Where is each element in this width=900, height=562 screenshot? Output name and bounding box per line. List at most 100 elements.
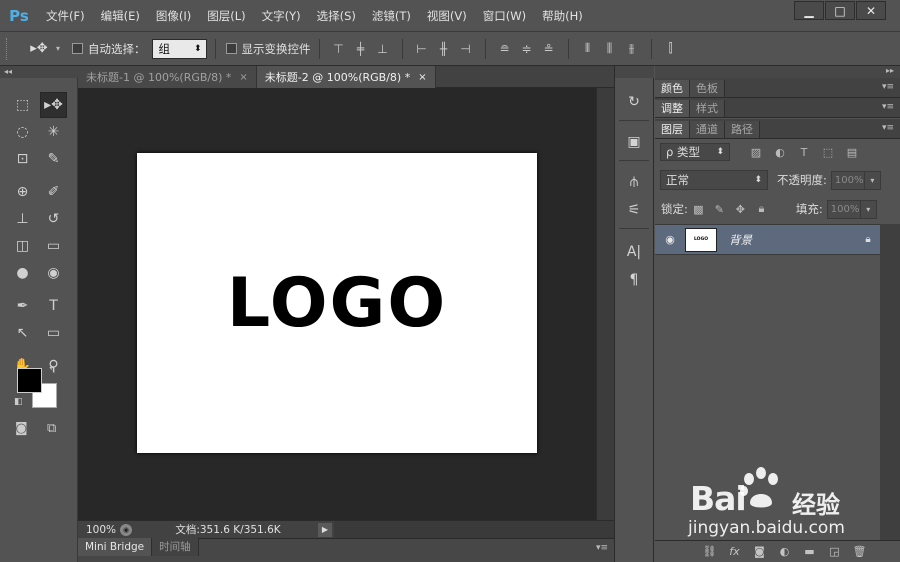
lock-all-icon[interactable]: 🔒︎	[751, 202, 772, 216]
tab-layers[interactable]: 图层	[655, 121, 690, 138]
options-grip[interactable]	[6, 37, 10, 60]
path-selection-tool-icon[interactable]: ↖	[9, 320, 36, 346]
lock-position-icon[interactable]: ✥	[730, 203, 751, 216]
lock-transparent-icon[interactable]: ▩	[688, 203, 709, 216]
tab-mini-bridge[interactable]: Mini Bridge	[78, 538, 153, 556]
align-hcenter-icon[interactable]: ╫	[433, 39, 455, 59]
status-menu-arrow-icon[interactable]: ▶	[318, 522, 332, 537]
menu-help[interactable]: 帮助(H)	[534, 0, 591, 32]
tab-timeline[interactable]: 时间轴	[152, 538, 199, 556]
layer-name[interactable]: 背景	[729, 232, 856, 248]
blend-mode-dropdown[interactable]: 正常 ⬍	[660, 170, 768, 190]
delete-layer-icon[interactable]: 🗑︎	[847, 545, 872, 558]
tab-document-1[interactable]: 未标题-1 @ 100%(RGB/8) * ×	[78, 66, 257, 88]
tab-document-2[interactable]: 未标题-2 @ 100%(RGB/8) * ×	[256, 66, 436, 88]
new-layer-icon[interactable]: ◲	[822, 545, 847, 558]
actions-panel-icon[interactable]: ▣	[621, 130, 647, 154]
auto-select-dropdown[interactable]: 组 ⬍	[151, 38, 207, 59]
panel-menu-icon[interactable]: ▾≡	[596, 543, 608, 553]
default-colors-icon[interactable]: ◧	[14, 397, 23, 407]
lock-image-icon[interactable]: ✎	[709, 203, 730, 216]
link-layers-icon[interactable]: ⛓	[697, 545, 722, 558]
close-button[interactable]: ✕	[856, 1, 886, 20]
show-transform-checkbox[interactable]	[225, 43, 237, 54]
distribute-right-icon[interactable]: ⫵	[621, 39, 643, 59]
align-vcenter-icon[interactable]: ╪	[350, 39, 372, 59]
minimize-button[interactable]: ▁	[794, 1, 824, 20]
layer-style-icon[interactable]: fx	[722, 545, 747, 558]
quick-mask-icon[interactable]: ◙	[15, 421, 28, 436]
dodge-tool-icon[interactable]: ◉	[40, 260, 67, 286]
add-mask-icon[interactable]: ◙	[747, 545, 772, 558]
vertical-scrollbar[interactable]	[596, 88, 614, 520]
eraser-tool-icon[interactable]: ◫	[9, 233, 36, 259]
tab-styles[interactable]: 样式	[690, 100, 725, 117]
tab-channels[interactable]: 通道	[690, 121, 725, 138]
opacity-input[interactable]: 100%	[830, 170, 865, 190]
panel-menu-icon[interactable]: ▾≡	[882, 123, 894, 133]
right-panel-header[interactable]: ▸▸	[655, 66, 900, 78]
distribute-top-icon[interactable]: ≘	[494, 39, 516, 59]
eyedropper-tool-icon[interactable]: ✎	[40, 146, 67, 172]
align-right-icon[interactable]: ⊣	[455, 39, 477, 59]
menu-window[interactable]: 窗口(W)	[475, 0, 534, 32]
distribute-left-icon[interactable]: ⫴	[577, 39, 599, 59]
zoom-level[interactable]: 100%	[78, 524, 120, 536]
align-top-icon[interactable]: ⊤	[328, 39, 350, 59]
document-canvas[interactable]: LOGO	[137, 153, 537, 453]
menu-view[interactable]: 视图(V)	[419, 0, 475, 32]
menu-edit[interactable]: 编辑(E)	[93, 0, 148, 32]
fill-input[interactable]: 100%	[826, 199, 861, 219]
opacity-dropdown-icon[interactable]: ▾	[864, 170, 881, 190]
menu-layer[interactable]: 图层(L)	[199, 0, 253, 32]
panel-menu-icon[interactable]: ▾≡	[882, 102, 894, 112]
magic-wand-tool-icon[interactable]: ✳	[40, 119, 67, 145]
auto-align-icon[interactable]: ⫿	[660, 39, 682, 59]
tab-adjustments[interactable]: 调整	[655, 100, 690, 117]
distribute-hcenter-icon[interactable]: ⫼	[599, 39, 621, 59]
dock-header[interactable]	[614, 66, 654, 78]
lasso-tool-icon[interactable]: ◌	[9, 119, 36, 145]
canvas-workspace[interactable]: LOGO	[78, 88, 596, 520]
chevron-down-icon[interactable]: ▾	[56, 44, 60, 53]
status-info-icon[interactable]: ◉	[120, 523, 132, 536]
foreground-color-swatch[interactable]	[17, 368, 42, 393]
history-panel-icon[interactable]: ↻	[621, 90, 647, 114]
type-tool-icon[interactable]: T	[40, 293, 67, 319]
tab-swatches[interactable]: 色板	[690, 80, 725, 97]
marquee-tool-icon[interactable]: ⬚	[9, 92, 36, 118]
menu-image[interactable]: 图像(I)	[148, 0, 199, 32]
screen-mode-icon[interactable]: ⧉	[47, 421, 56, 436]
align-left-icon[interactable]: ⊢	[411, 39, 433, 59]
visibility-eye-icon[interactable]: ◉	[655, 233, 685, 246]
new-group-icon[interactable]: ▬	[797, 545, 822, 558]
toolbox-header[interactable]: ◂◂	[0, 66, 78, 78]
distribute-bottom-icon[interactable]: ≗	[538, 39, 560, 59]
maximize-button[interactable]: □	[825, 1, 855, 20]
filter-type-icon[interactable]: T	[792, 146, 816, 159]
history-brush-tool-icon[interactable]: ↺	[40, 206, 67, 232]
rectangle-tool-icon[interactable]: ▭	[40, 320, 67, 346]
collapse-panels-icon[interactable]: ▸▸	[886, 66, 894, 75]
pen-tool-icon[interactable]: ✒	[9, 293, 36, 319]
menu-select[interactable]: 选择(S)	[309, 0, 364, 32]
panel-menu-icon[interactable]: ▾≡	[882, 82, 894, 92]
paragraph-panel-icon[interactable]: ¶	[621, 268, 647, 292]
layers-scrollbar[interactable]	[880, 224, 900, 540]
horizontal-scrollbar[interactable]	[334, 520, 614, 539]
healing-brush-tool-icon[interactable]: ⊕	[9, 179, 36, 205]
filter-smart-object-icon[interactable]: ▤	[840, 146, 864, 159]
filter-pixel-icon[interactable]: ▨	[744, 146, 768, 159]
brush-presets-icon[interactable]: ⚟	[621, 198, 647, 222]
auto-select-checkbox[interactable]	[72, 43, 84, 54]
menu-filter[interactable]: 滤镜(T)	[364, 0, 419, 32]
distribute-vcenter-icon[interactable]: ≑	[516, 39, 538, 59]
blur-tool-icon[interactable]: ●	[9, 260, 36, 286]
move-tool-preset-icon[interactable]: ▸✥	[22, 37, 56, 61]
layer-filter-dropdown[interactable]: ρ 类型 ⬍	[660, 143, 730, 161]
close-tab-icon[interactable]: ×	[418, 72, 426, 83]
menu-file[interactable]: 文件(F)	[38, 0, 93, 32]
gradient-tool-icon[interactable]: ▭	[40, 233, 67, 259]
adjustment-layer-icon[interactable]: ◐	[772, 545, 797, 558]
crop-tool-icon[interactable]: ⊡	[9, 146, 36, 172]
